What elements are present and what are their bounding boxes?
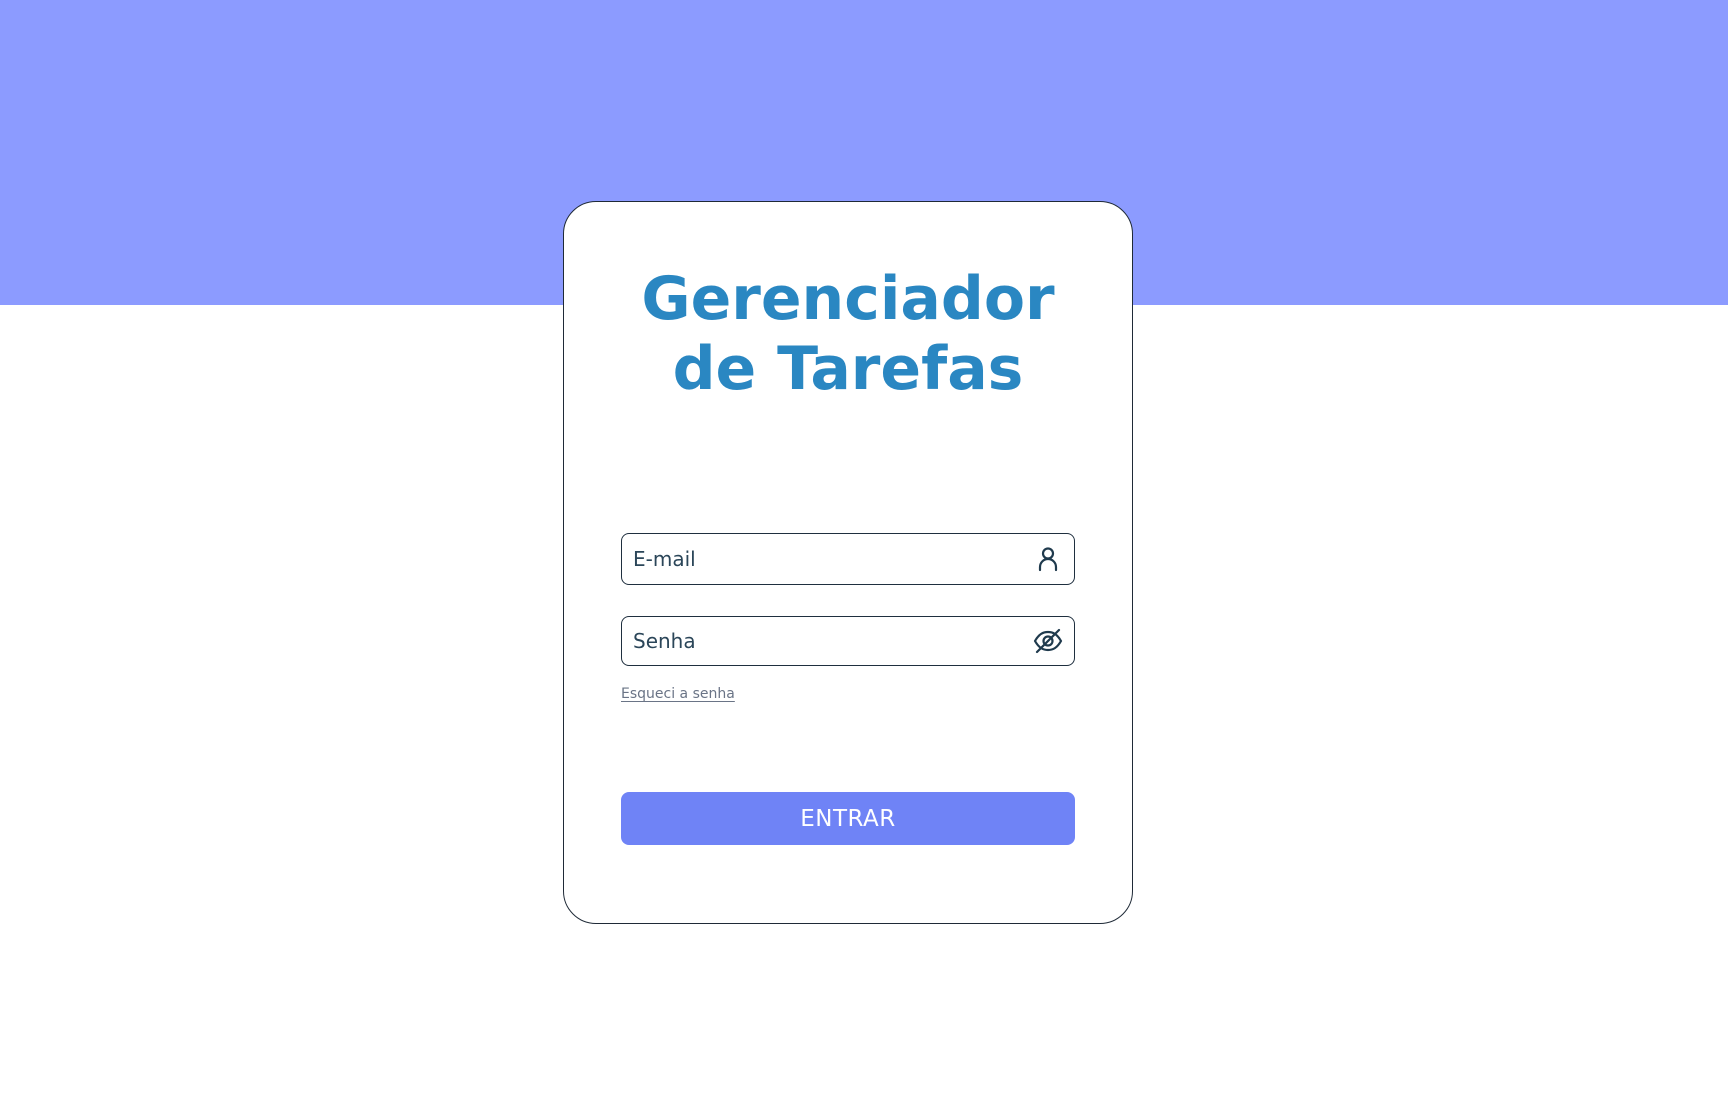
user-icon (1032, 543, 1064, 575)
password-field (621, 616, 1075, 666)
login-card: Gerenciador de Tarefas Esqueci a senha E… (563, 201, 1133, 924)
page-title-line-1: Gerenciador (641, 264, 1055, 334)
eye-off-icon[interactable] (1032, 625, 1064, 657)
login-button[interactable]: ENTRAR (621, 792, 1075, 845)
page-title-line-2: de Tarefas (672, 334, 1024, 404)
page-title: Gerenciador de Tarefas (564, 264, 1132, 404)
email-field (621, 533, 1075, 585)
password-input[interactable] (633, 617, 1013, 665)
forgot-password-link[interactable]: Esqueci a senha (621, 686, 735, 702)
email-input[interactable] (633, 534, 1013, 584)
